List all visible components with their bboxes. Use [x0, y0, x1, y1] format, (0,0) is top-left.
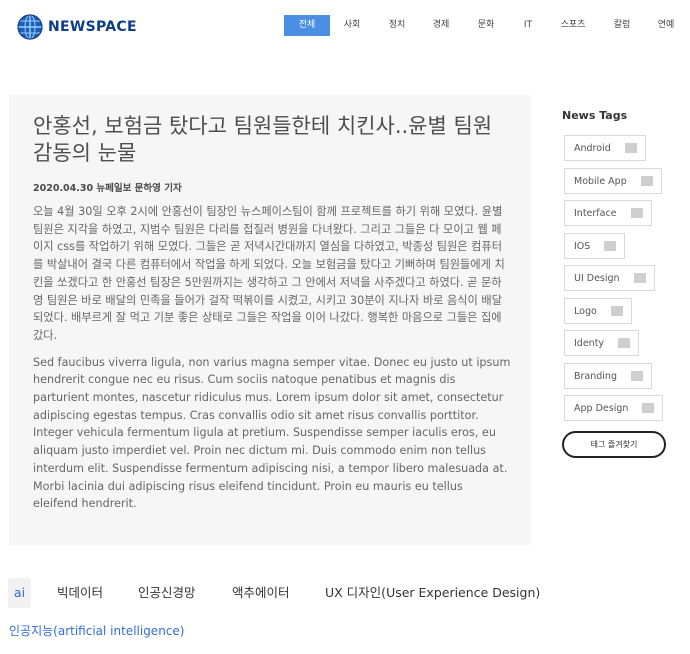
article-paragraph: 오늘 4월 30일 오후 2시에 안홍선이 팀장인 뉴스페이스팀이 함께 프로젝… [33, 205, 505, 342]
nav-item-culture[interactable]: 문화 [474, 15, 498, 36]
article-meta: 2020.04.30 뉴페일보 문하영 기자 [33, 183, 182, 194]
tag-bookmark-button[interactable]: 태그 즐겨찾기 [562, 431, 666, 458]
keyword-tab-neural-network[interactable]: 인공신경망 [138, 578, 196, 608]
tag-label: App Design [574, 402, 629, 414]
tag-square-icon [610, 306, 623, 316]
article-body: 오늘 4월 30일 오후 2시에 안홍선이 팀장인 뉴스페이스팀이 함께 프로젝… [33, 203, 511, 522]
tag-label: Mobile App [574, 175, 627, 187]
page: NEWSPACE 전체 사회 정치 경제 문화 IT 스포츠 칼럼 연예 안홍선… [0, 0, 690, 654]
tag-label: UI Design [574, 272, 620, 284]
tag-label: Branding [574, 370, 617, 382]
keyword-tab-ai[interactable]: ai [8, 578, 31, 608]
keyword-tab-bigdata[interactable]: 빅데이터 [57, 578, 103, 608]
header: NEWSPACE 전체 사회 정치 경제 문화 IT 스포츠 칼럼 연예 [0, 0, 690, 52]
article-paragraph: Sed faucibus viverra ligula, non varius … [33, 355, 511, 511]
article-title[interactable]: 안홍선, 보험금 탔다고 팀원들한테 치킨사..윤별 팀원 감동의 눈물 [33, 113, 513, 167]
tag-square-icon [640, 176, 653, 186]
tag-branding[interactable]: Branding [564, 363, 652, 389]
tag-identy[interactable]: Identy [564, 330, 640, 356]
tag-logo[interactable]: Logo [564, 298, 632, 324]
nav-item-society[interactable]: 사회 [340, 15, 364, 36]
logo[interactable]: NEWSPACE [17, 14, 137, 40]
tag-label: Logo [574, 305, 597, 317]
nav-item-all[interactable]: 전체 [284, 15, 330, 36]
keyword-link-ai[interactable]: 인공지능(artificial intelligence) [9, 622, 184, 639]
tag-square-icon [631, 371, 643, 381]
logo-text: NEWSPACE [48, 19, 137, 35]
keyword-tab-ux-design[interactable]: UX 디자인(User Experience Design) [325, 578, 540, 608]
tag-label: IOS [574, 240, 591, 252]
nav-item-column[interactable]: 칼럼 [610, 15, 634, 36]
tag-label: Identy [574, 337, 605, 349]
nav-item-entertainment[interactable]: 연예 [654, 15, 678, 36]
tag-square-icon [604, 241, 617, 251]
tag-interface[interactable]: Interface [564, 200, 652, 226]
tag-square-icon [624, 143, 637, 153]
keyword-tab-actuator[interactable]: 액추에이터 [232, 578, 290, 608]
nav-item-sports[interactable]: 스포츠 [557, 15, 589, 36]
tag-mobile-app[interactable]: Mobile App [564, 168, 662, 194]
tag-square-icon [642, 403, 655, 413]
tags-title: News Tags [562, 109, 628, 122]
tag-square-icon [618, 338, 631, 348]
nav-item-politics[interactable]: 정치 [385, 15, 409, 36]
tag-ios[interactable]: IOS [564, 233, 626, 259]
tag-label: Interface [574, 207, 617, 219]
globe-icon [17, 14, 43, 40]
tag-square-icon [633, 273, 646, 283]
tag-ui-design[interactable]: UI Design [564, 265, 655, 291]
article-card: 안홍선, 보험금 탔다고 팀원들한테 치킨사..윤별 팀원 감동의 눈물 202… [9, 95, 531, 545]
nav-item-it[interactable]: IT [520, 15, 536, 36]
tag-android[interactable]: Android [564, 135, 646, 161]
tag-label: Android [574, 142, 611, 154]
tag-square-icon [630, 208, 643, 218]
nav-item-economy[interactable]: 경제 [429, 15, 453, 36]
tag-app-design[interactable]: App Design [564, 395, 664, 421]
